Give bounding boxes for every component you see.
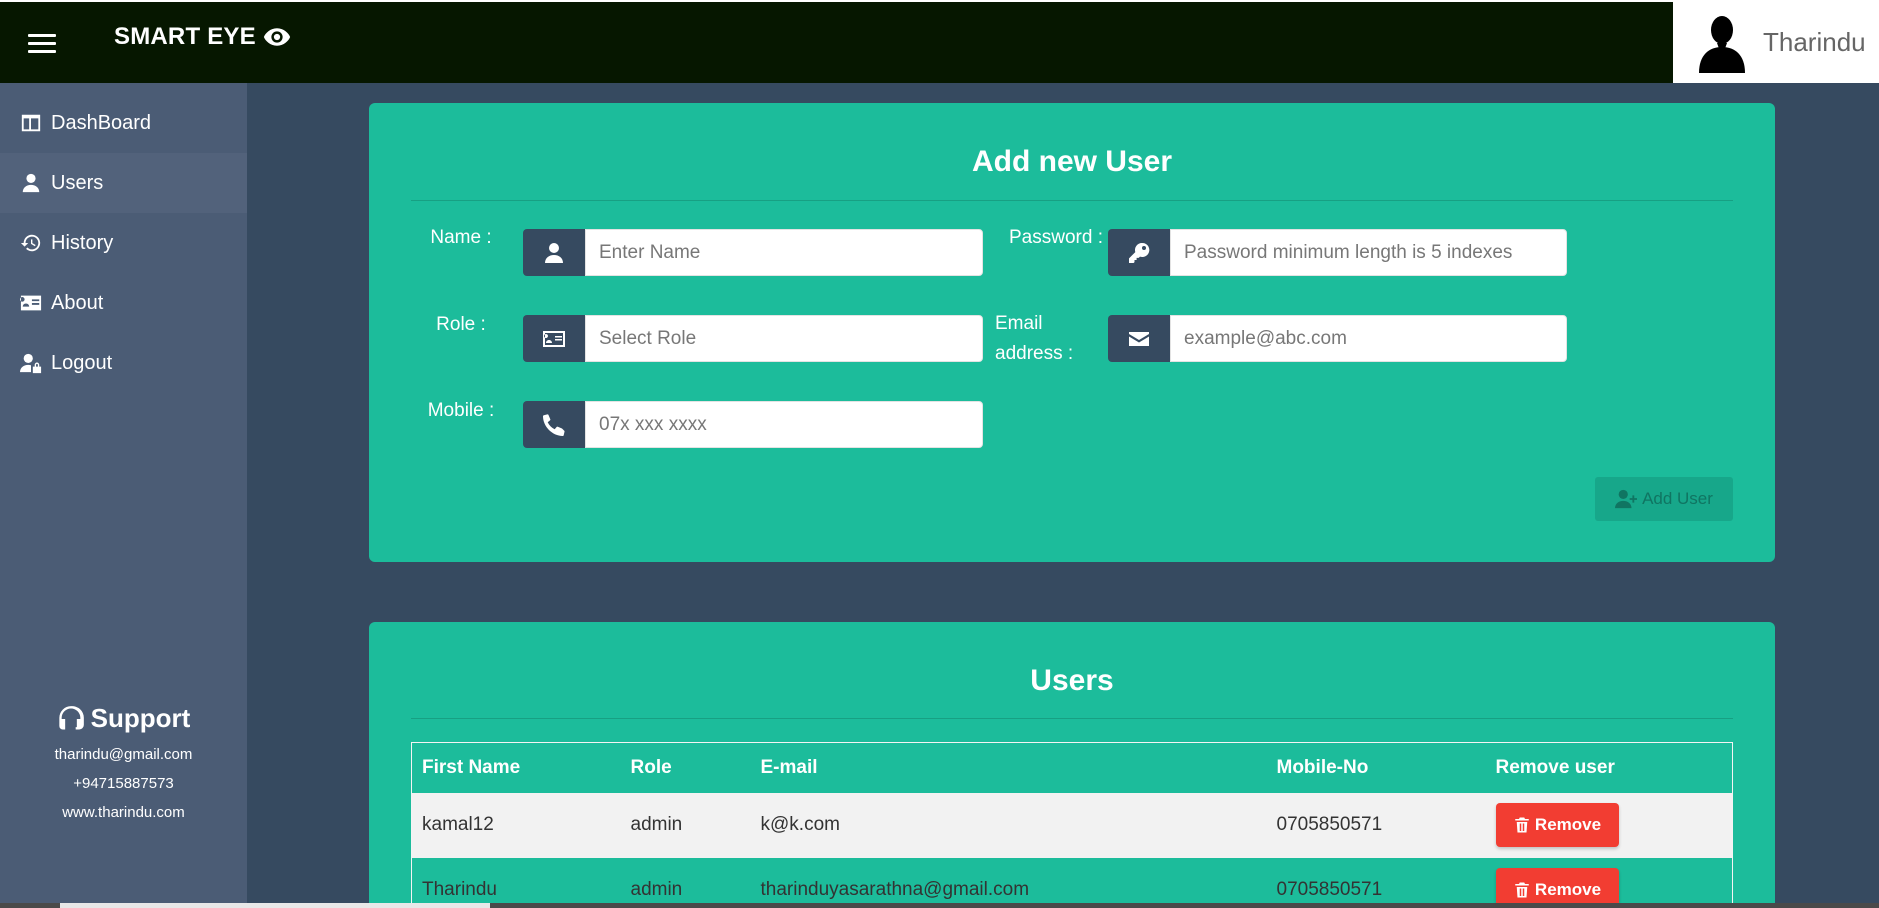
id-card-icon (19, 292, 43, 314)
sidebar-item-label: Logout (51, 351, 113, 374)
user-plus-icon (1615, 489, 1638, 509)
divider (411, 718, 1733, 719)
role-label: Role : (436, 314, 486, 335)
cell-mobile: 0705850571 (1266, 792, 1486, 858)
cell-first-name: Tharindu (411, 857, 621, 908)
cell-action: Remove (1485, 792, 1733, 858)
add-user-button[interactable]: Add User (1595, 477, 1733, 521)
support-title: Support (0, 703, 247, 734)
cell-action: Remove (1485, 857, 1733, 908)
name-input[interactable] (585, 229, 983, 276)
trash-icon (1515, 817, 1529, 833)
email-label: Email address : (995, 313, 1074, 364)
column-header: Mobile-No (1276, 756, 1369, 778)
sidebar-item-history[interactable]: History (0, 213, 247, 273)
avatar (1699, 15, 1745, 73)
add-user-title: Add new User (971, 145, 1173, 178)
user-lock-icon (19, 352, 43, 374)
password-label: Password : (1009, 227, 1103, 248)
table-header-row: First Name Role E-mail Mobile-No Remove … (412, 743, 1733, 793)
column-header: E-mail (760, 756, 818, 778)
add-user-label: Add User (1642, 489, 1713, 508)
sidebar-item-users[interactable]: Users (0, 153, 247, 213)
email-input[interactable] (1170, 315, 1567, 362)
sidebar-item-dashboard[interactable]: DashBoard (0, 93, 247, 153)
sidebar-item-label: History (51, 231, 114, 254)
users-card: Users First Name Role E-mail Mobile-No R… (369, 622, 1775, 908)
sidebar: DashBoard Users History About Logout Sup… (0, 83, 247, 908)
top-navbar: SMART EYE (0, 2, 1879, 83)
trash-icon (1515, 882, 1529, 898)
table-row: Tharindu admin tharinduyasarathna@gmail.… (411, 857, 1733, 908)
support-section: Support tharindu@gmail.com +94715887573 … (0, 703, 247, 833)
history-icon (19, 232, 43, 254)
cell-mobile: 0705850571 (1266, 857, 1486, 908)
headset-icon (59, 705, 84, 729)
cell-email: k@k.com (750, 792, 1267, 858)
column-header: First Name (422, 756, 521, 778)
support-email[interactable]: tharindu@gmail.com (0, 746, 247, 763)
sidebar-item-about[interactable]: About (0, 273, 247, 333)
user-icon (523, 229, 585, 276)
add-user-card: Add new User Name : Password : Role : Em… (369, 103, 1775, 562)
id-card-icon (523, 315, 585, 362)
brand-title: SMART EYE (114, 23, 256, 50)
user-name: Tharindu (1763, 27, 1866, 57)
user-profile[interactable]: Tharindu (1673, 2, 1879, 83)
role-input[interactable] (585, 315, 983, 362)
sidebar-item-label: DashBoard (51, 111, 152, 134)
sidebar-item-label: Users (51, 171, 104, 194)
password-input[interactable] (1170, 229, 1567, 276)
cell-first-name: kamal12 (411, 792, 621, 858)
users-title: Users (1030, 664, 1114, 697)
mobile-input[interactable] (585, 401, 983, 448)
mobile-label: Mobile : (427, 400, 495, 421)
table-row: kamal12 admin k@k.com 0705850571 Remove (411, 792, 1733, 858)
column-header: Role (630, 756, 672, 778)
envelope-icon (1108, 315, 1170, 362)
users-table: First Name Role E-mail Mobile-No Remove … (411, 742, 1733, 908)
user-icon (19, 172, 43, 194)
cell-email: tharinduyasarathna@gmail.com (750, 857, 1267, 908)
phone-icon (523, 401, 585, 448)
hamburger-menu-icon[interactable] (28, 34, 56, 56)
divider (411, 200, 1733, 201)
name-label: Name : (430, 227, 492, 248)
brand[interactable]: SMART EYE (114, 22, 292, 52)
remove-button[interactable]: Remove (1495, 803, 1619, 847)
eye-icon (263, 28, 290, 46)
column-header: Remove user (1495, 756, 1615, 778)
scrollbar-thumb[interactable] (60, 903, 490, 908)
cell-role: admin (620, 792, 751, 858)
cell-role: admin (620, 857, 751, 908)
horizontal-scrollbar[interactable] (0, 903, 1879, 908)
dashboard-icon (19, 112, 43, 134)
sidebar-item-logout[interactable]: Logout (0, 333, 247, 393)
remove-button[interactable]: Remove (1495, 867, 1619, 908)
sidebar-item-label: About (51, 291, 104, 314)
key-icon (1108, 229, 1170, 276)
support-phone: +94715887573 (73, 775, 174, 792)
support-website[interactable]: www.tharindu.com (0, 804, 247, 821)
